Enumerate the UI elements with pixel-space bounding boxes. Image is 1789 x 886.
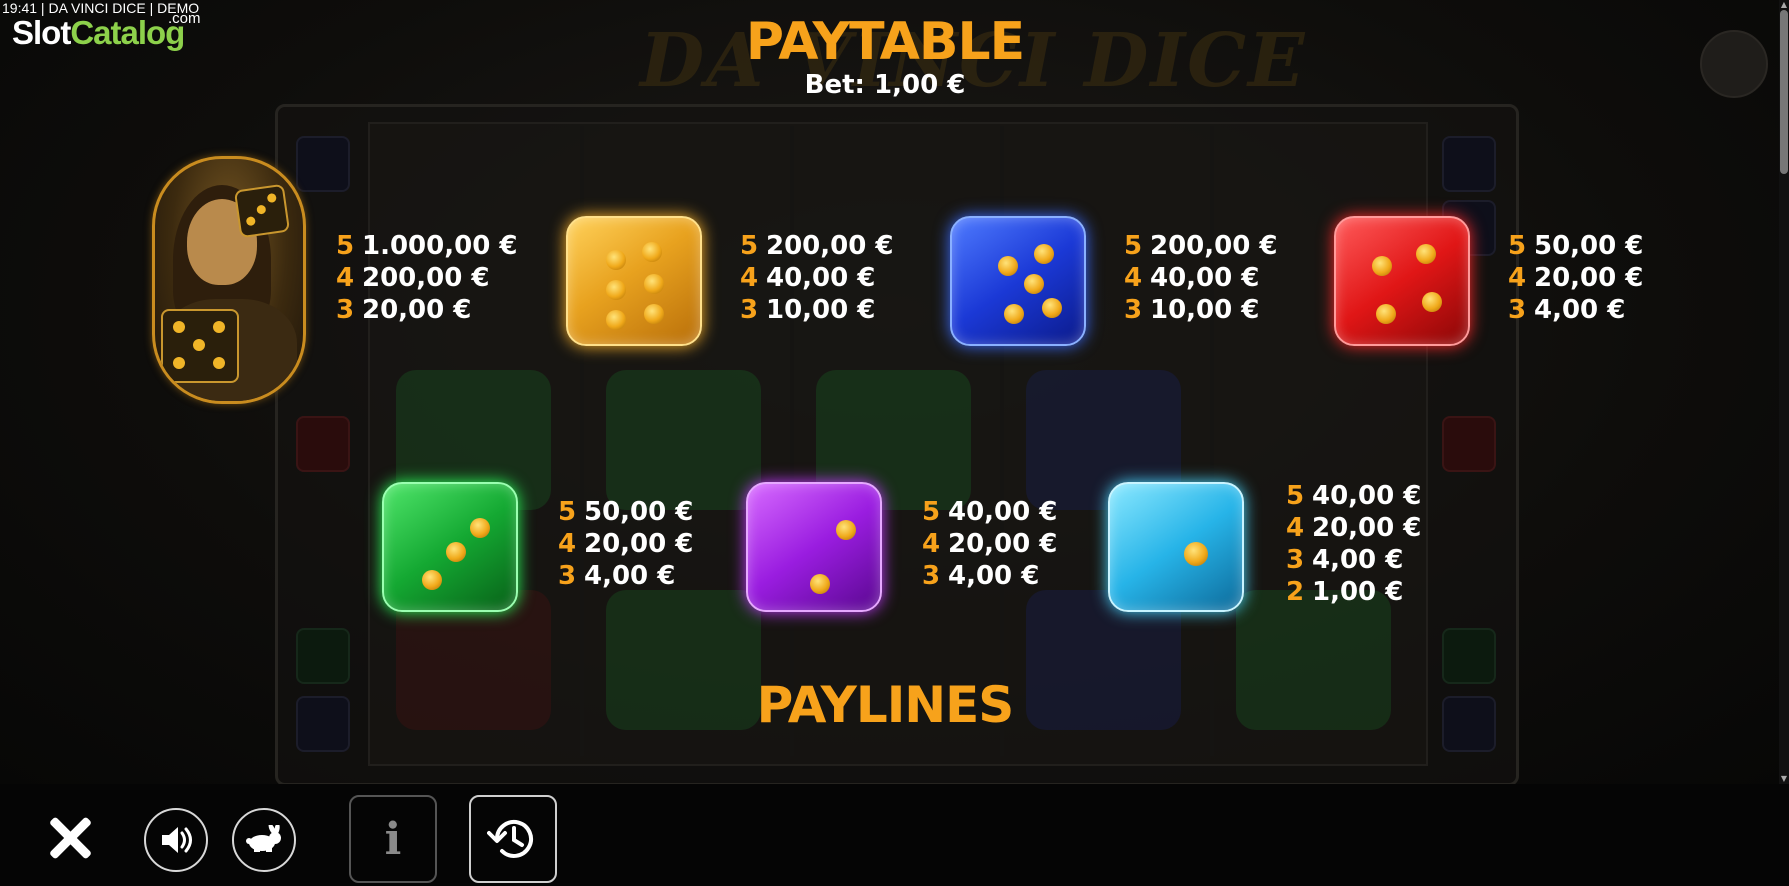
pay-row: 4 200,00 € <box>336 263 490 293</box>
green-die-paytable: 5 50,00 € 4 20,00 € 3 4,00 € <box>558 496 693 592</box>
history-button[interactable] <box>469 795 557 883</box>
pay-row: 4 20,00 € <box>558 529 694 559</box>
yellow-die-paytable: 5 200,00 € 4 40,00 € 3 10,00 € <box>740 230 893 326</box>
pay-row: 5 40,00 € <box>1286 481 1422 511</box>
yellow-die-icon <box>566 216 702 346</box>
red-die-paytable: 5 50,00 € 4 20,00 € 3 4,00 € <box>1508 230 1643 326</box>
wild-small-die-icon <box>233 183 291 239</box>
pay-row: 5 50,00 € <box>558 497 694 527</box>
pay-row: 5 200,00 € <box>740 231 894 261</box>
line-marker <box>296 136 350 192</box>
wild-paytable: 5 1.000,00 € 4 200,00 € 3 20,00 € <box>336 230 517 326</box>
pay-row: 4 40,00 € <box>740 263 876 293</box>
reel-divider <box>1210 126 1214 756</box>
line-marker <box>1442 136 1496 192</box>
blue-die-icon <box>950 216 1086 346</box>
pay-row: 3 4,00 € <box>1286 545 1404 575</box>
pay-row: 4 20,00 € <box>922 529 1058 559</box>
pay-row: 4 20,00 € <box>1286 513 1422 543</box>
turbo-toggle-button[interactable] <box>232 808 296 872</box>
scrollbar[interactable]: ▲ ▼ <box>1779 0 1789 784</box>
bet-line: Bet: 1,00 € <box>0 70 1770 100</box>
close-icon[interactable] <box>44 812 96 864</box>
game-stage: DA VINCI DICE ▲ ▼ PAYTABLE Bet: 1,00 € 5… <box>0 0 1789 784</box>
cyan-die-icon <box>1108 482 1244 612</box>
scroll-thumb[interactable] <box>1780 10 1788 174</box>
pay-row: 2 1,00 € <box>1286 577 1404 607</box>
scroll-down-arrow-icon[interactable]: ▼ <box>1779 774 1789 784</box>
line-marker <box>1442 416 1496 472</box>
purple-die-paytable: 5 40,00 € 4 20,00 € 3 4,00 € <box>922 496 1057 592</box>
green-die-icon <box>382 482 518 612</box>
pay-row: 3 20,00 € <box>336 295 472 325</box>
pay-row: 3 10,00 € <box>740 295 876 325</box>
pay-row: 3 10,00 € <box>1124 295 1260 325</box>
wild-large-die-icon <box>161 309 239 383</box>
history-icon <box>487 819 533 858</box>
pay-row: 3 4,00 € <box>1508 295 1626 325</box>
info-icon: i <box>384 813 402 865</box>
speaker-icon <box>162 827 192 853</box>
pay-row: 5 40,00 € <box>922 497 1058 527</box>
info-button[interactable]: i <box>349 795 437 883</box>
background-die <box>606 370 761 510</box>
blue-die-paytable: 5 200,00 € 4 40,00 € 3 10,00 € <box>1124 230 1277 326</box>
purple-die-icon <box>746 482 882 612</box>
cyan-die-paytable: 5 40,00 € 4 20,00 € 3 4,00 € 2 1,00 € <box>1286 480 1421 608</box>
reel-divider <box>790 126 794 756</box>
scroll-up-arrow-icon[interactable]: ▲ <box>1779 0 1789 10</box>
red-die-icon <box>1334 216 1470 346</box>
slotcatalog-watermark: SlotCatalog <box>12 14 185 51</box>
pay-row: 4 40,00 € <box>1124 263 1260 293</box>
pay-row: 5 50,00 € <box>1508 231 1644 261</box>
bet-label: Bet: <box>804 70 865 100</box>
paylines-title: PAYLINES <box>756 676 1015 734</box>
watermark-suffix: .com <box>168 10 201 27</box>
pay-row: 5 1.000,00 € <box>336 231 518 261</box>
rabbit-icon <box>246 825 281 852</box>
paytable-title: PAYTABLE <box>745 12 1025 72</box>
pay-row: 4 20,00 € <box>1508 263 1644 293</box>
pay-row: 5 200,00 € <box>1124 231 1278 261</box>
pay-row: 3 4,00 € <box>558 561 676 591</box>
bet-value: 1,00 € <box>874 70 966 100</box>
line-marker <box>296 416 350 472</box>
sound-toggle-button[interactable] <box>144 808 208 872</box>
mona-lisa-wild-symbol <box>152 156 306 404</box>
pay-row: 3 4,00 € <box>922 561 1040 591</box>
